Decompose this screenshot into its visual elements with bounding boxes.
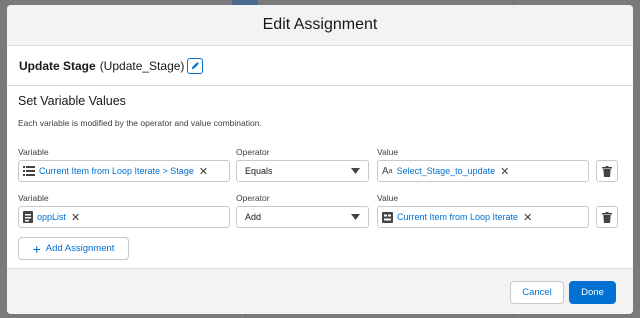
element-label: Update Stage (19, 58, 96, 73)
chevron-down-icon (351, 168, 360, 174)
remove-variable-icon[interactable]: ✕ (71, 211, 80, 224)
variable-field[interactable]: oppList ✕ (18, 206, 230, 228)
variable-label: Variable (18, 193, 49, 203)
delete-row-button[interactable] (596, 206, 618, 228)
chevron-down-icon (351, 214, 360, 220)
variable-pill[interactable]: oppList ✕ (19, 211, 80, 224)
value-field[interactable]: Aa Select_Stage_to_update ✕ (377, 160, 589, 182)
value-label: Value (377, 193, 399, 203)
section-title: Set Variable Values (18, 94, 126, 108)
record-icon (382, 211, 393, 223)
remove-value-icon[interactable]: ✕ (523, 211, 532, 224)
section-description: Each variable is modified by the operato… (18, 118, 262, 128)
variable-pill[interactable]: Current Item from Loop Iterate > Stage ✕ (19, 165, 208, 178)
value-pill-label: Select_Stage_to_update (396, 166, 496, 176)
trash-icon (602, 211, 612, 223)
add-assignment-button[interactable]: + Add Assignment (18, 237, 129, 260)
operator-label: Operator (236, 193, 270, 203)
add-assignment-label: Add Assignment (45, 243, 115, 254)
modal-title: Edit Assignment (262, 16, 378, 33)
operator-label: Operator (236, 147, 270, 157)
delete-row-button[interactable] (596, 160, 618, 182)
value-label: Value (377, 147, 399, 157)
trash-icon (602, 165, 612, 177)
operator-select-value: Add (245, 212, 262, 222)
operator-select[interactable]: Equals (236, 160, 369, 182)
operator-select-value: Equals (245, 166, 273, 176)
variable-label: Variable (18, 147, 49, 157)
variable-pill-label: Current Item from Loop Iterate > Stage (39, 166, 194, 176)
variable-pill-label: oppList (37, 212, 67, 222)
list-icon (23, 166, 35, 176)
edit-assignment-modal: Edit Assignment Update Stage (Update_Sta… (7, 5, 633, 314)
text-type-icon: Aa (382, 165, 393, 177)
value-pill-label: Current Item from Loop Iterate (397, 212, 519, 222)
variable-field[interactable]: Current Item from Loop Iterate > Stage ✕ (18, 160, 230, 182)
edit-name-button[interactable] (187, 57, 204, 74)
modal-header: Edit Assignment (7, 5, 633, 46)
value-field[interactable]: Current Item from Loop Iterate ✕ (377, 206, 589, 228)
remove-value-icon[interactable]: ✕ (500, 165, 509, 178)
value-pill[interactable]: Current Item from Loop Iterate ✕ (378, 211, 532, 224)
pencil-icon (191, 62, 199, 70)
operator-select[interactable]: Add (236, 206, 369, 228)
collection-icon (23, 211, 33, 223)
cancel-button[interactable]: Cancel (510, 281, 564, 304)
value-pill[interactable]: Aa Select_Stage_to_update ✕ (378, 165, 509, 178)
done-button[interactable]: Done (569, 281, 616, 304)
element-api-name: (Update_Stage) (99, 58, 185, 73)
remove-variable-icon[interactable]: ✕ (199, 165, 208, 178)
element-name-row: Update Stage (Update_Stage) (7, 46, 633, 86)
plus-icon: + (32, 240, 41, 257)
modal-footer: Cancel Done (7, 268, 633, 314)
